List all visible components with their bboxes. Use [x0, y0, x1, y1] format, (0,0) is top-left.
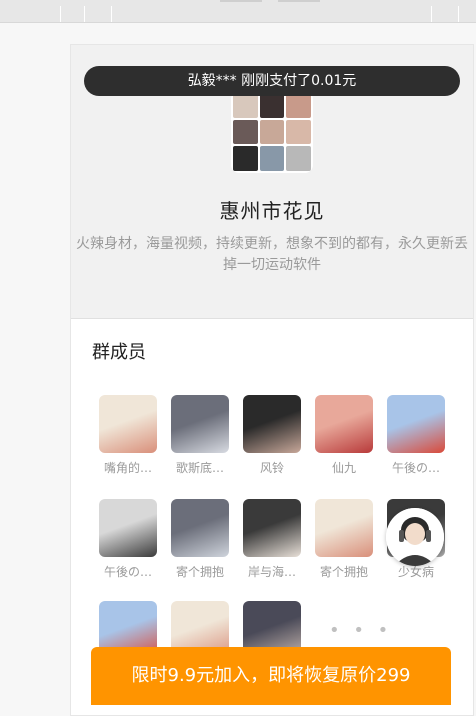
tab-divider: [60, 6, 61, 22]
member-avatar: [387, 395, 445, 453]
tab-indicator: [278, 0, 320, 2]
member-name: 仙九: [331, 461, 356, 475]
tab-divider: [111, 6, 112, 22]
member-avatar: [171, 395, 229, 453]
member-item[interactable]: 歌斯底…: [165, 395, 235, 476]
member-avatar: [99, 395, 157, 453]
member-avatar: [315, 395, 373, 453]
payment-notice-banner: 弘毅*** 刚刚支付了0.01元: [84, 66, 460, 96]
member-avatar: [99, 499, 157, 557]
member-avatar: [243, 499, 301, 557]
group-name: 惠州市花见: [219, 199, 325, 223]
group-header: 弘毅*** 刚刚支付了0.01元 惠州市花见 火辣身材，海量视频，持续更新，想象…: [71, 45, 473, 319]
member-item[interactable]: 嘴角的…: [93, 395, 163, 476]
member-name: 午後の…: [103, 565, 152, 579]
member-avatar: [243, 395, 301, 453]
member-name: 午後の…: [391, 461, 440, 475]
member-name: 寄个拥抱: [175, 565, 224, 579]
tab-divider: [458, 6, 459, 22]
member-item[interactable]: 寄个拥抱: [309, 499, 379, 580]
group-avatar: [231, 91, 313, 173]
join-button[interactable]: 限时9.9元加入，即将恢复原价299: [91, 647, 451, 705]
tab-indicator: [220, 0, 262, 2]
member-item[interactable]: 午後の…: [381, 395, 451, 476]
tab-divider: [84, 6, 85, 22]
member-name: 歌斯底…: [175, 461, 224, 475]
tab-divider: [431, 6, 432, 22]
group-description: 火辣身材，海量视频，持续更新，想象不到的都有，永久更新丢掉一切运动软件: [76, 236, 468, 273]
member-avatar: [171, 499, 229, 557]
more-members-icon[interactable]: • • •: [329, 620, 392, 641]
member-item[interactable]: 午後の…: [93, 499, 163, 580]
members-title: 群成员: [92, 342, 146, 363]
browser-top-strip: [0, 0, 476, 23]
floating-avatar[interactable]: [386, 508, 444, 566]
member-name: 嘴角的…: [103, 461, 152, 475]
member-name: 风铃: [259, 461, 284, 475]
member-item[interactable]: 岸与海…: [237, 499, 307, 580]
member-item[interactable]: 寄个拥抱: [165, 499, 235, 580]
group-card: 弘毅*** 刚刚支付了0.01元 惠州市花见 火辣身材，海量视频，持续更新，想象…: [70, 44, 474, 716]
member-avatar: [315, 499, 373, 557]
member-name: 寄个拥抱: [319, 565, 368, 579]
member-item[interactable]: 仙九: [309, 395, 379, 476]
member-item[interactable]: 风铃: [237, 395, 307, 476]
member-name: 岸与海…: [247, 565, 296, 579]
